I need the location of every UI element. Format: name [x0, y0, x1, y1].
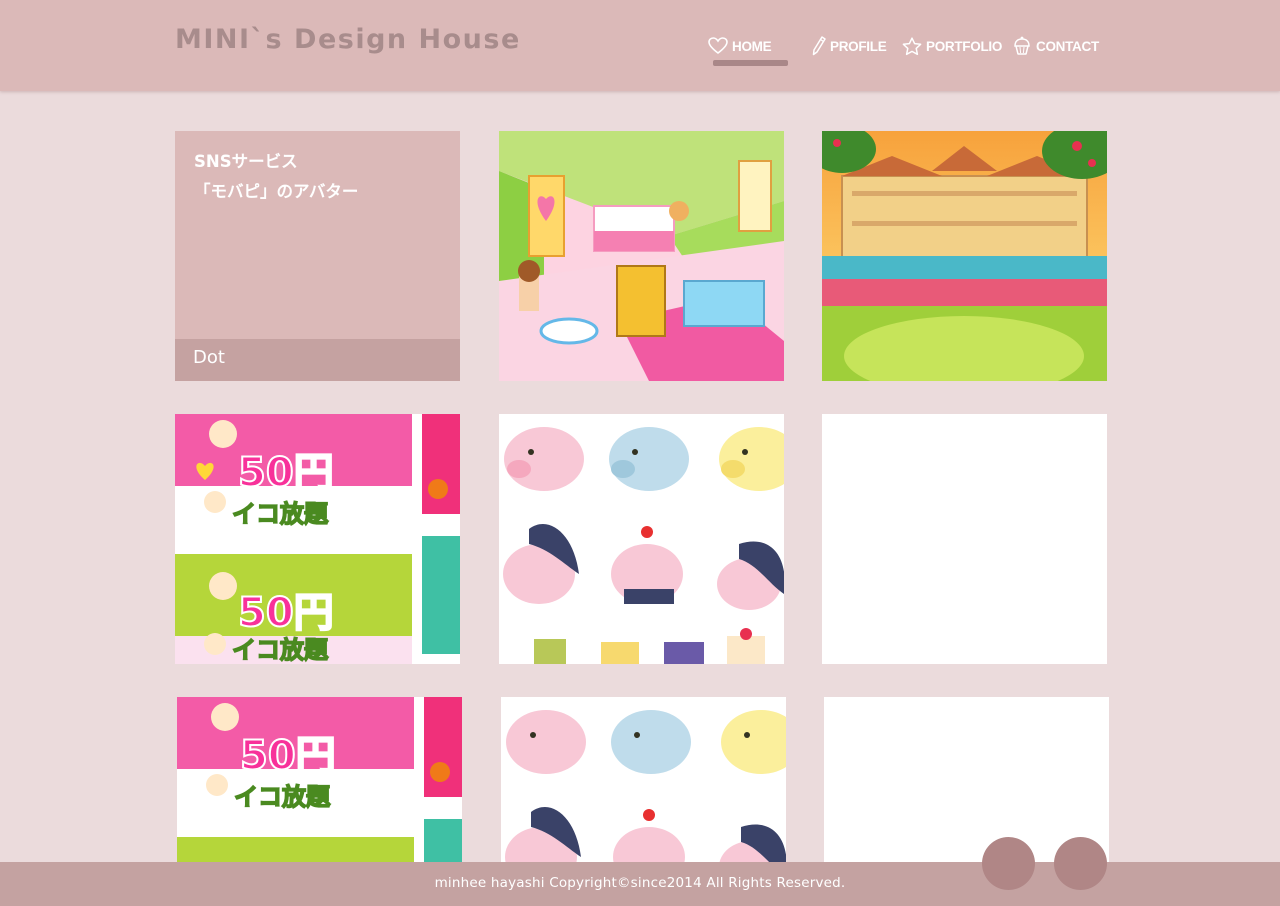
banner-tagline-2: イコ放題 [232, 636, 329, 664]
pig-stickers-thumbnail [499, 414, 784, 664]
star-icon [902, 36, 922, 56]
portfolio-tile-palace[interactable] [822, 131, 1107, 381]
palace-thumbnail [822, 131, 1107, 381]
portfolio-tile-pixel-room[interactable] [499, 131, 784, 381]
site-logo[interactable]: MINI`s Design House [175, 24, 521, 55]
cupcake-icon [1012, 36, 1032, 56]
tile-title-line2: 「モバピ」のアバター [194, 182, 359, 201]
portfolio-tile-banner[interactable]: 50円 イコ放題 50円 イコ放題 [175, 414, 460, 664]
tile-category: Dot [193, 347, 225, 368]
banner-price-1: 50円 [238, 450, 334, 496]
portfolio-tile-pigs[interactable] [499, 414, 784, 664]
portfolio-tile-featured[interactable]: SNSサービス 「モバピ」のアバター Dot [175, 131, 460, 381]
banner-tagline-3: イコ放題 [234, 783, 331, 811]
nav-label-portfolio: PORTFOLIO [926, 38, 1003, 54]
nav-label-contact: CONTACT [1036, 38, 1099, 54]
banner-thumbnail: 50円 イコ放題 50円 イコ放題 [175, 414, 460, 664]
nav-label-profile: PROFILE [830, 38, 887, 54]
banner-price-3: 50円 [240, 733, 336, 779]
pixel-room-thumbnail [499, 131, 784, 381]
tile-title-line1: SNSサービス [194, 152, 298, 171]
banner-price-2: 50円 [238, 590, 334, 636]
pencil-icon [812, 36, 826, 56]
circle-button-next[interactable] [1054, 837, 1107, 890]
nav-item-contact[interactable]: CONTACT [1012, 34, 1099, 58]
heart-icon [708, 37, 728, 55]
site-header: MINI`s Design House HOME PROFILE PORTFOL… [0, 0, 1280, 91]
active-nav-indicator [713, 60, 788, 66]
nav-label-home: HOME [732, 38, 772, 54]
nav-item-home[interactable]: HOME [708, 34, 772, 58]
nav-item-profile[interactable]: PROFILE [812, 34, 887, 58]
tile-category-bar: Dot [175, 339, 460, 381]
tile-title: SNSサービス 「モバピ」のアバター [194, 147, 358, 207]
portfolio-tile-blank-1[interactable] [822, 414, 1107, 664]
banner-tagline-1: イコ放題 [232, 500, 329, 528]
nav-item-portfolio[interactable]: PORTFOLIO [902, 34, 1002, 58]
circle-button-prev[interactable] [982, 837, 1035, 890]
